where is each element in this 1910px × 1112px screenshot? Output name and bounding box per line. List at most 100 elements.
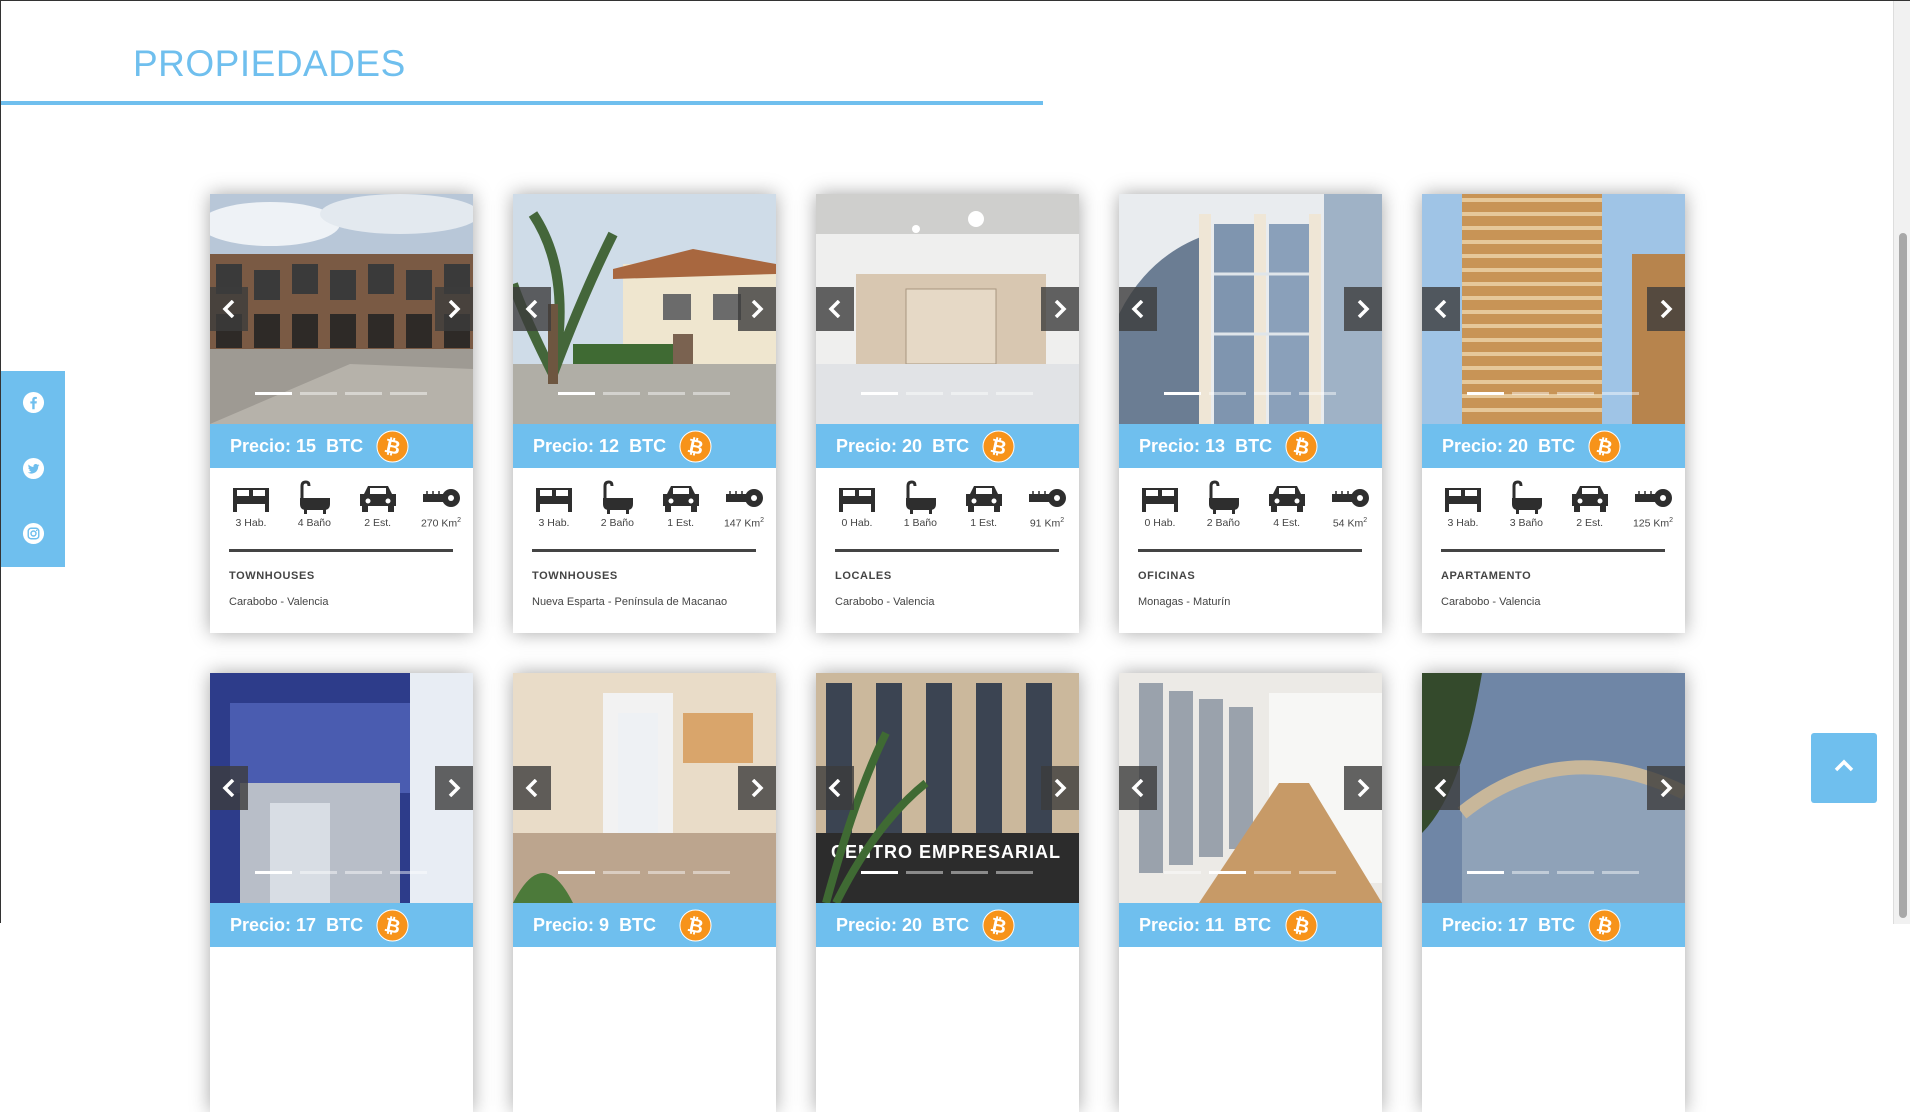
carousel-dot[interactable] (1512, 392, 1549, 395)
carousel-next-button[interactable] (1344, 766, 1382, 810)
carousel-prev-button[interactable] (513, 766, 551, 810)
property-photo (210, 194, 473, 424)
property-card[interactable]: Precio: 11 BTC ₿ (1119, 673, 1382, 1112)
tape-measure-icon (1028, 489, 1066, 507)
scrollbar[interactable] (1893, 1, 1910, 924)
scrollbar-thumb[interactable] (1899, 233, 1907, 918)
price-label: Precio: 9 BTC (533, 915, 657, 935)
carousel-dot[interactable] (255, 871, 292, 874)
carousel-prev-button[interactable] (1422, 766, 1460, 810)
carousel-dot[interactable] (951, 871, 988, 874)
carousel-dot[interactable] (1209, 871, 1246, 874)
carousel-dot[interactable] (1164, 871, 1201, 874)
carousel-dot[interactable] (1602, 392, 1639, 395)
carousel-dot[interactable] (1299, 871, 1336, 874)
carousel-dot[interactable] (1467, 871, 1504, 874)
area-feature: 125 Km2 (1626, 480, 1680, 530)
carousel-dot[interactable] (1164, 392, 1201, 395)
carousel-dot[interactable] (861, 392, 898, 395)
carousel-next-button[interactable] (1041, 287, 1079, 331)
chevron-left-icon (222, 300, 235, 318)
carousel-next-button[interactable] (435, 287, 473, 331)
price-label: Precio: 17 BTC (230, 915, 364, 935)
carousel-prev-button[interactable] (210, 766, 248, 810)
carousel-dot[interactable] (693, 871, 730, 874)
price-label: Precio: 12 BTC (533, 436, 667, 456)
carousel-dot[interactable] (1557, 392, 1594, 395)
parking-feature: 2 Est. (1563, 480, 1617, 530)
property-photo (1422, 194, 1685, 424)
bed-icon (839, 488, 875, 512)
carousel-next-button[interactable] (1647, 766, 1685, 810)
carousel-dot[interactable] (951, 392, 988, 395)
carousel-dot[interactable] (906, 871, 943, 874)
carousel-prev-button[interactable] (1119, 766, 1157, 810)
property-card[interactable]: CENTRO EMPRESARIAL Precio: 20 BTC ₿ (816, 673, 1079, 1112)
property-card[interactable]: Precio: 20 BTC ₿ 3 Hab. 3 Baño 2 Est. 125… (1422, 194, 1685, 633)
carousel-next-button[interactable] (1041, 766, 1079, 810)
carousel-dot[interactable] (1467, 392, 1504, 395)
carousel-dot[interactable] (345, 392, 382, 395)
chevron-right-icon (1054, 300, 1067, 318)
carousel-prev-button[interactable] (513, 287, 551, 331)
carousel-dot[interactable] (300, 871, 337, 874)
carousel-dot[interactable] (1254, 392, 1291, 395)
carousel-next-button[interactable] (1647, 287, 1685, 331)
carousel-prev-button[interactable] (210, 287, 248, 331)
carousel-dot[interactable] (648, 392, 685, 395)
carousel-dot[interactable] (390, 392, 427, 395)
property-type: OFICINAS (1138, 570, 1196, 582)
carousel-dot[interactable] (1557, 871, 1594, 874)
carousel-dot[interactable] (1512, 871, 1549, 874)
area-feature: 91 Km2 (1020, 480, 1074, 530)
chevron-up-icon (1834, 759, 1854, 772)
carousel-dot[interactable] (558, 392, 595, 395)
property-card[interactable]: Precio: 15 BTC ₿ 3 Hab. 4 Baño 2 Est. 270… (210, 194, 473, 633)
baths-label: 2 Baño (600, 517, 634, 529)
carousel-next-button[interactable] (738, 766, 776, 810)
carousel-dot[interactable] (300, 392, 337, 395)
carousel-dot[interactable] (345, 871, 382, 874)
carousel-prev-button[interactable] (1422, 287, 1460, 331)
property-card[interactable]: Precio: 17 BTC ₿ (1422, 673, 1685, 1112)
rooms-feature: 3 Hab. (527, 480, 581, 530)
car-icon (359, 486, 396, 512)
facebook-icon[interactable] (22, 391, 45, 414)
carousel-dot[interactable] (996, 871, 1033, 874)
tape-measure-icon (1634, 489, 1672, 507)
bed-icon (1445, 488, 1481, 512)
carousel-dot[interactable] (558, 871, 595, 874)
scroll-to-top-button[interactable] (1811, 733, 1877, 803)
instagram-icon[interactable] (22, 522, 45, 545)
carousel-next-button[interactable] (738, 287, 776, 331)
property-card[interactable]: Precio: 12 BTC ₿ 3 Hab. 2 Baño 1 Est. 147… (513, 194, 776, 633)
carousel-next-button[interactable] (1344, 287, 1382, 331)
property-card[interactable]: Precio: 17 BTC ₿ (210, 673, 473, 1112)
carousel-dot[interactable] (390, 871, 427, 874)
carousel-prev-button[interactable] (1119, 287, 1157, 331)
carousel-dot[interactable] (996, 392, 1033, 395)
carousel-dot[interactable] (1209, 392, 1246, 395)
twitter-icon[interactable] (22, 457, 45, 480)
carousel-prev-button[interactable] (816, 766, 854, 810)
property-card[interactable]: Precio: 20 BTC ₿ 0 Hab. 1 Baño 1 Est. 91 … (816, 194, 1079, 633)
rooms-label: 3 Hab. (538, 517, 570, 529)
bathtub-icon (1512, 480, 1543, 514)
carousel-dot[interactable] (603, 392, 640, 395)
carousel-dot[interactable] (1602, 871, 1639, 874)
property-card[interactable]: Precio: 13 BTC ₿ 0 Hab. 2 Baño 4 Est. 54 … (1119, 194, 1382, 633)
carousel-dot[interactable] (861, 871, 898, 874)
carousel-dot[interactable] (1254, 871, 1291, 874)
carousel-next-button[interactable] (435, 766, 473, 810)
area-feature: 270 Km2 (414, 480, 468, 530)
carousel-dot[interactable] (648, 871, 685, 874)
carousel-dot[interactable] (906, 392, 943, 395)
carousel-dot[interactable] (255, 392, 292, 395)
carousel-dot[interactable] (603, 871, 640, 874)
photo-carousel (513, 673, 776, 903)
carousel-prev-button[interactable] (816, 287, 854, 331)
carousel-dot[interactable] (693, 392, 730, 395)
bathtub-icon (300, 480, 331, 514)
carousel-dot[interactable] (1299, 392, 1336, 395)
property-card[interactable]: Precio: 9 BTC ₿ (513, 673, 776, 1112)
